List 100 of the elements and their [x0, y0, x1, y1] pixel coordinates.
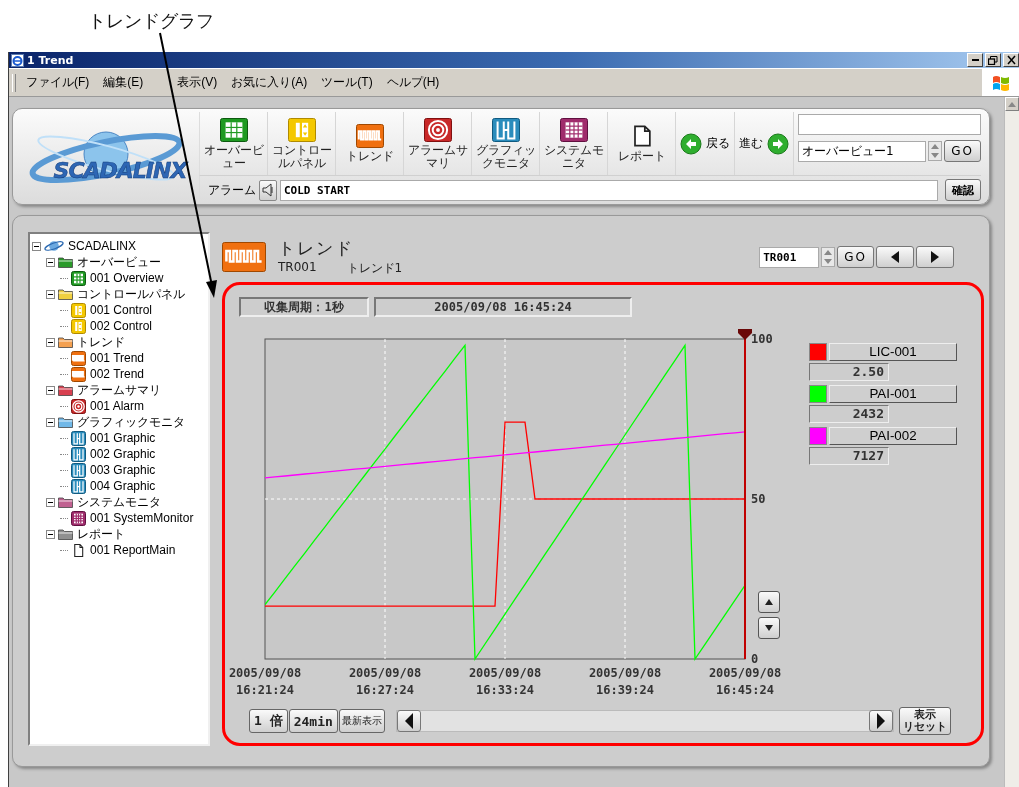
toolbar-button[interactable]: トレンド: [336, 112, 404, 175]
address-field[interactable]: [798, 114, 981, 135]
series-name-button[interactable]: LIC-001: [829, 343, 957, 361]
tree-item[interactable]: 001 Graphic: [89, 431, 157, 445]
screen-select-field[interactable]: オーバービュー1: [798, 140, 927, 162]
expander-icon[interactable]: [46, 497, 55, 507]
latest-button[interactable]: 最新表示: [338, 709, 385, 733]
tree-item[interactable]: 002 Control: [89, 319, 154, 333]
tree-item[interactable]: 001 SystemMonitor: [89, 511, 195, 525]
toolbar-button[interactable]: システムモニタ: [540, 112, 608, 175]
trend-title: トレンド: [278, 237, 355, 260]
go-button[interactable]: GO: [837, 246, 874, 268]
back-button[interactable]: 戻る: [676, 112, 735, 175]
tree-item[interactable]: 004 Graphic: [89, 479, 157, 493]
window-title: 1 Trend: [27, 53, 74, 67]
zoom-button[interactable]: 1 倍: [249, 709, 288, 733]
menu-item[interactable]: ヘルプ(H): [386, 74, 440, 91]
folder-icon: [58, 256, 73, 268]
y-tick-label: 50: [751, 492, 766, 506]
tree-item[interactable]: 002 Trend: [89, 367, 146, 381]
grid-icon: [71, 510, 86, 526]
grid-icon: [219, 117, 248, 142]
tree-item[interactable]: コントロールパネル: [76, 285, 186, 303]
expander-icon[interactable]: [46, 289, 55, 299]
vertical-scrollbar[interactable]: [1004, 97, 1019, 787]
tree-item[interactable]: グラフィックモニタ: [76, 413, 186, 431]
toolbar-button[interactable]: グラフィックモニタ: [472, 112, 540, 175]
tubes-icon: [71, 446, 86, 462]
expander-icon[interactable]: [46, 257, 55, 267]
tubes-icon: [71, 478, 86, 494]
toolbar-button[interactable]: オーバービュー: [200, 112, 268, 175]
scroll-down-button[interactable]: [758, 617, 780, 639]
previous-button[interactable]: [876, 246, 914, 268]
toolbar-button[interactable]: アラームサマリ: [404, 112, 472, 175]
left-triangle-icon: [890, 251, 900, 263]
speaker-icon: [262, 183, 274, 197]
display-reset-button[interactable]: 表示 リセット: [898, 707, 951, 735]
menu-item[interactable]: 表示(V): [177, 74, 218, 91]
y-tick-label: 100: [751, 332, 773, 346]
scroll-up-button[interactable]: [758, 591, 780, 613]
tubes-icon: [491, 117, 520, 142]
tree-item[interactable]: オーバービュー: [76, 253, 162, 271]
slider-panel-icon: [287, 117, 316, 142]
grid-icon: [559, 117, 588, 142]
forward-button[interactable]: 進む: [735, 112, 794, 175]
spinner-icon: [928, 141, 943, 161]
tree-item[interactable]: アラームサマリ: [76, 381, 162, 399]
tree-item[interactable]: 001 Overview: [89, 271, 165, 285]
tree-item[interactable]: 003 Graphic: [89, 463, 157, 477]
confirm-button[interactable]: 確認: [945, 179, 981, 201]
menu-item[interactable]: ツール(T): [321, 74, 373, 91]
tree-item[interactable]: 001 Control: [89, 303, 154, 317]
tree-item[interactable]: 001 Trend: [89, 351, 146, 365]
expander-icon[interactable]: [46, 417, 55, 427]
tubes-icon: [71, 462, 86, 478]
menu-item[interactable]: 編集(E): [103, 74, 144, 91]
x-tick-label: 2005/09/08 16:27:24: [348, 666, 422, 697]
alarm-message-field: COLD START: [280, 179, 938, 201]
span-button[interactable]: 24min: [288, 709, 338, 733]
tree-item[interactable]: トレンド: [76, 333, 126, 351]
tree-item[interactable]: システムモニタ: [76, 493, 162, 511]
series-name-button[interactable]: PAI-001: [829, 385, 957, 403]
restore-icon: [988, 55, 998, 65]
menu-item[interactable]: ファイル(F): [26, 74, 90, 91]
tree-item[interactable]: SCADALINX: [67, 239, 138, 253]
tree-item[interactable]: 001 Alarm: [89, 399, 146, 413]
timestamp: 2005/09/08 16:45:24: [374, 297, 632, 317]
go-button[interactable]: GO: [944, 140, 981, 162]
sound-button[interactable]: [259, 179, 277, 201]
horizontal-scrollbar[interactable]: [395, 710, 894, 732]
target-icon: [71, 398, 86, 414]
cursor-marker-icon[interactable]: [738, 329, 752, 340]
collection-period: 収集周期：1秒: [239, 297, 369, 317]
document-icon: [71, 542, 86, 558]
grid-icon: [71, 270, 86, 286]
scroll-right-button[interactable]: [868, 710, 893, 732]
close-button[interactable]: [1003, 53, 1019, 67]
slider-panel-icon: [71, 302, 86, 318]
expander-icon[interactable]: [46, 385, 55, 395]
close-icon: [1006, 55, 1016, 65]
square-wave-icon: [222, 242, 266, 272]
next-button[interactable]: [916, 246, 954, 268]
series-value: 7127: [809, 447, 889, 465]
trend-id-field[interactable]: TR001: [759, 246, 820, 268]
tree-item[interactable]: 002 Graphic: [89, 447, 157, 461]
flag-logo-icon: [991, 73, 1011, 92]
restore-button[interactable]: [985, 53, 1001, 67]
toolbar-button[interactable]: レポート: [608, 112, 676, 175]
tree-item[interactable]: 001 ReportMain: [89, 543, 177, 557]
alarm-label: アラーム: [208, 181, 256, 199]
tree-item[interactable]: レポート: [76, 525, 126, 543]
series-name-button[interactable]: PAI-002: [829, 427, 957, 445]
expander-icon[interactable]: [46, 337, 55, 347]
slider-panel-icon: [71, 318, 86, 334]
minimize-button[interactable]: [967, 53, 983, 67]
expander-icon[interactable]: [32, 241, 41, 251]
toolbar-button[interactable]: コントロールパネル: [268, 112, 336, 175]
scroll-left-button[interactable]: [396, 710, 421, 732]
expander-icon[interactable]: [46, 529, 55, 539]
menu-item[interactable]: お気に入り(A): [231, 74, 308, 91]
